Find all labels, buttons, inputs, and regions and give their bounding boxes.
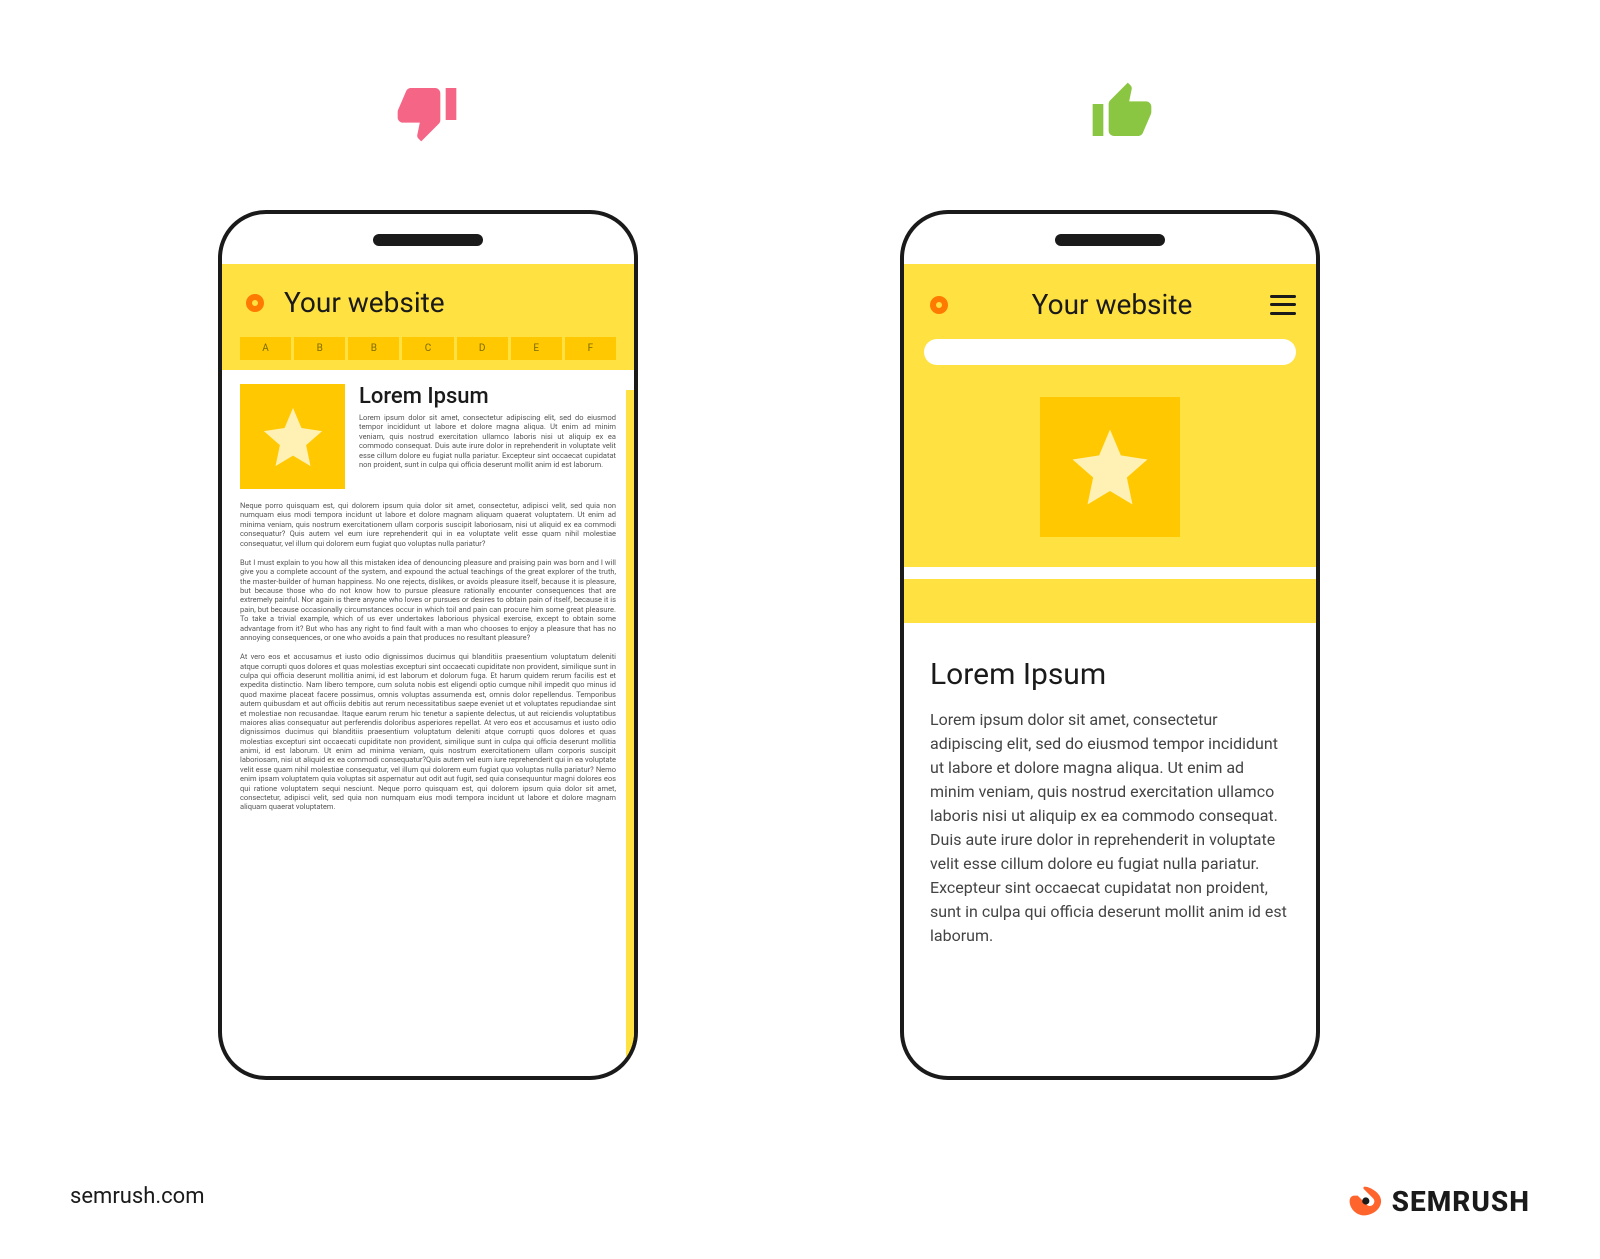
featured-image (240, 384, 345, 489)
phone-mockup-good: Your website Lorem Ipsum Lorem ipsum dol… (900, 210, 1320, 1080)
nav-tab[interactable]: B (294, 337, 345, 360)
search-input[interactable] (924, 339, 1296, 365)
site-header: Your website A B B C D E F (222, 264, 634, 370)
thumb-up-icon (1090, 80, 1154, 144)
phone-speaker (373, 234, 483, 246)
hamburger-menu-icon[interactable] (1270, 295, 1296, 315)
accent-band (904, 579, 1316, 623)
article-heading: Lorem Ipsum (359, 384, 616, 409)
brand-wordmark: SEMRUSH (1346, 1183, 1530, 1219)
featured-image (1040, 397, 1180, 537)
side-strip (626, 390, 634, 1076)
semrush-logo-icon (1346, 1183, 1382, 1219)
thumb-down-icon (395, 80, 459, 144)
logo-icon (240, 288, 270, 318)
logo-icon (924, 290, 954, 320)
nav-tab[interactable]: C (402, 337, 453, 360)
nav-tab[interactable]: A (240, 337, 291, 360)
nav-tab[interactable]: E (511, 337, 562, 360)
article-paragraph: At vero eos et accusamus et iusto odio d… (240, 652, 616, 811)
nav-tab[interactable]: D (457, 337, 508, 360)
article-body: Lorem Ipsum Lorem ipsum dolor sit amet, … (222, 370, 634, 836)
article-intro: Lorem ipsum dolor sit amet, consectetur … (359, 413, 616, 469)
hero-section (904, 379, 1316, 567)
phone-speaker (1055, 234, 1165, 246)
brand-text: SEMRUSH (1392, 1185, 1530, 1218)
site-title: Your website (284, 286, 445, 319)
phone-mockup-bad: Your website A B B C D E F (218, 210, 638, 1080)
nav-tabstrip: A B B C D E F (240, 337, 616, 360)
site-header: Your website (904, 264, 1316, 379)
article-body: Lorem Ipsum Lorem ipsum dolor sit amet, … (904, 623, 1316, 982)
article-paragraph: But I must explain to you how all this m… (240, 558, 616, 642)
nav-tab[interactable]: B (348, 337, 399, 360)
article-paragraph: Lorem ipsum dolor sit amet, consectetur … (930, 708, 1290, 948)
article-heading: Lorem Ipsum (930, 657, 1290, 692)
site-title: Your website (972, 288, 1252, 321)
article-paragraph: Neque porro quisquam est, qui dolorem ip… (240, 501, 616, 548)
star-icon (258, 402, 328, 472)
nav-tab[interactable]: F (565, 337, 616, 360)
footer-url: semrush.com (70, 1184, 205, 1209)
star-icon (1065, 422, 1155, 512)
